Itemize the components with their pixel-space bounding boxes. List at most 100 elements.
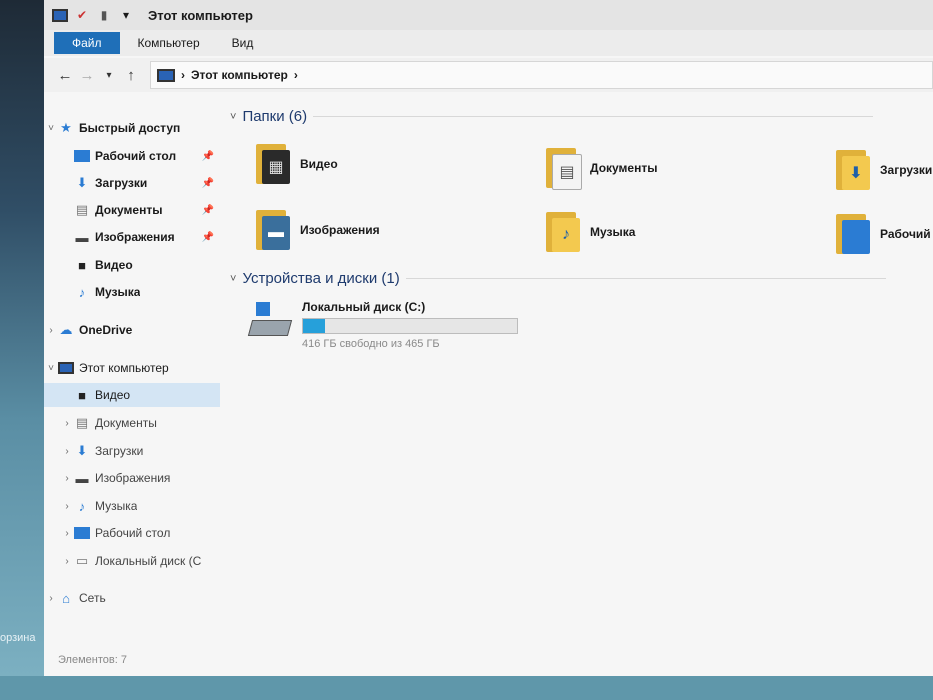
folder-label: Видео — [300, 157, 338, 171]
folder-video[interactable]: ▦ Видео — [256, 144, 338, 184]
document-icon: ▤ — [75, 202, 89, 217]
tab-file[interactable]: Файл — [54, 32, 120, 54]
nav-label: Видео — [95, 388, 131, 402]
nav-label: Рабочий стол — [95, 149, 177, 163]
folder-label: Музыка — [590, 225, 636, 239]
network-icon: ⌂ — [62, 590, 70, 606]
nav-label: Изображения — [95, 230, 175, 244]
folder-label: Документы — [590, 161, 658, 175]
nav-pc-video[interactable]: ■ Видео — [44, 383, 220, 407]
folder-label: Рабочий — [880, 227, 931, 241]
nav-quick-desktop[interactable]: Рабочий стол 📌 — [44, 144, 220, 168]
drive-free-space: 416 ГБ свободно из 465 ГБ — [302, 338, 440, 350]
nav-quick-access[interactable]: ˅ ★ Быстрый доступ — [44, 116, 220, 140]
nav-label: Документы — [95, 416, 157, 430]
nav-quick-music[interactable]: ♪ Музыка — [44, 280, 220, 304]
nav-quick-downloads[interactable]: ⬇ Загрузки 📌 — [44, 171, 220, 195]
expand-chevron-icon[interactable]: › — [44, 325, 58, 336]
video-icon: ■ — [78, 387, 86, 403]
folder-icon: ▦ — [256, 144, 290, 184]
music-icon: ♪ — [78, 498, 86, 514]
nav-label: Быстрый доступ — [79, 121, 181, 135]
expand-chevron-icon[interactable]: › — [60, 418, 74, 429]
group-divider — [313, 116, 874, 117]
nav-this-pc[interactable]: ˅ Этот компьютер — [44, 356, 220, 380]
expand-chevron-icon[interactable]: ˅ — [44, 123, 58, 134]
folder-icon — [836, 214, 870, 254]
group-title: Папки (6) — [242, 108, 308, 125]
forward-arrow-icon[interactable]: → — [76, 64, 98, 86]
nav-pc-pictures[interactable]: › ▬ Изображения — [44, 466, 220, 490]
expand-chevron-icon[interactable]: › — [60, 473, 74, 484]
nav-pc-documents[interactable]: › ▤ Документы — [44, 411, 220, 435]
drive-c[interactable]: Локальный диск (C:) 416 ГБ свободно из 4… — [247, 300, 518, 350]
pc-icon — [58, 361, 74, 375]
folders-group-header[interactable]: ˅ Папки (6) — [230, 108, 874, 125]
pin-icon[interactable]: 📌 — [202, 205, 214, 216]
nav-label: Изображения — [95, 471, 171, 485]
folder-icon: ⬇ — [836, 150, 870, 190]
folder-pictures[interactable]: ▬ Изображения — [256, 210, 380, 250]
group-divider — [405, 278, 886, 279]
tab-computer[interactable]: Компьютер — [124, 32, 214, 54]
devices-group-header[interactable]: ˅ Устройства и диски (1) — [230, 270, 886, 287]
expand-chevron-icon[interactable]: › — [60, 501, 74, 512]
drive-usage-bar — [302, 318, 518, 334]
nav-quick-documents[interactable]: ▤ Документы 📌 — [44, 198, 220, 222]
nav-pc-desktop[interactable]: › Рабочий стол — [44, 521, 220, 545]
folder-label: Изображения — [300, 223, 380, 237]
folder-desktop[interactable]: Рабочий — [836, 214, 931, 254]
music-icon: ♪ — [78, 284, 86, 300]
pictures-icon: ▬ — [75, 470, 89, 486]
recent-chevron-icon[interactable]: ▾ — [98, 64, 120, 86]
expand-chevron-icon[interactable]: › — [60, 556, 74, 567]
breadcrumb-separator-icon[interactable]: › — [294, 68, 298, 82]
nav-label: Музыка — [95, 499, 138, 513]
expand-chevron-icon[interactable]: › — [60, 446, 74, 457]
pin-icon[interactable]: 📌 — [202, 232, 214, 243]
nav-label: Локальный диск (C — [95, 554, 202, 568]
folder-downloads[interactable]: ⬇ Загрузки — [836, 150, 932, 190]
folder-documents[interactable]: ▤ Документы — [546, 148, 658, 190]
nav-label: Сеть — [79, 591, 106, 605]
nav-label: Загрузки — [95, 176, 148, 190]
up-arrow-icon[interactable]: ↑ — [120, 64, 142, 86]
tab-view[interactable]: Вид — [218, 32, 268, 54]
expand-chevron-icon[interactable]: › — [60, 528, 74, 539]
new-folder-icon[interactable]: ▮ — [96, 7, 112, 23]
expand-chevron-icon[interactable]: › — [44, 593, 58, 604]
breadcrumb-separator-icon: › — [181, 68, 185, 82]
desktop-strip — [0, 676, 933, 700]
drive-details: Локальный диск (C:) 416 ГБ свободно из 4… — [302, 300, 518, 350]
drive-icon — [247, 300, 293, 340]
expand-chevron-icon[interactable]: ˅ — [44, 363, 58, 374]
nav-label: Рабочий стол — [95, 526, 171, 540]
collapse-chevron-icon[interactable]: ˅ — [230, 273, 236, 285]
desktop-icon — [74, 526, 90, 540]
desktop-recycle-label[interactable]: орзина — [0, 632, 36, 644]
content-pane: ˅ Папки (6) ▦ Видео ▤ Документы ⬇ Загруз… — [230, 100, 933, 660]
nav-quick-pictures[interactable]: ▬ Изображения 📌 — [44, 225, 220, 249]
breadcrumb-this-pc[interactable]: Этот компьютер — [191, 68, 288, 82]
folder-icon: ▬ — [256, 210, 290, 250]
pin-icon[interactable]: 📌 — [202, 178, 214, 189]
nav-pc-local-disk[interactable]: › ▭ Локальный диск (C — [44, 549, 220, 573]
title-bar: ✔ ▮ ▾ Этот компьютер — [44, 0, 933, 30]
nav-network[interactable]: › ⌂ Сеть — [44, 586, 220, 610]
back-arrow-icon[interactable]: ← — [54, 64, 76, 86]
pc-icon[interactable] — [52, 7, 68, 23]
nav-pc-downloads[interactable]: › ⬇ Загрузки — [44, 439, 220, 463]
pin-icon[interactable]: 📌 — [202, 151, 214, 162]
document-icon: ▤ — [75, 415, 89, 430]
nav-quick-video[interactable]: ■ Видео — [44, 253, 220, 277]
nav-pc-music[interactable]: › ♪ Музыка — [44, 494, 220, 518]
folder-music[interactable]: ♪ Музыка — [546, 212, 635, 252]
properties-icon[interactable]: ✔ — [74, 7, 90, 23]
customize-toolbar-icon[interactable]: ▾ — [118, 7, 134, 23]
folder-label: Загрузки — [880, 163, 933, 177]
nav-onedrive[interactable]: › ☁ OneDrive — [44, 318, 220, 342]
window-title: Этот компьютер — [148, 7, 253, 23]
star-icon: ★ — [60, 120, 72, 135]
collapse-chevron-icon[interactable]: ˅ — [230, 111, 236, 123]
address-bar[interactable]: › Этот компьютер › — [150, 61, 933, 89]
